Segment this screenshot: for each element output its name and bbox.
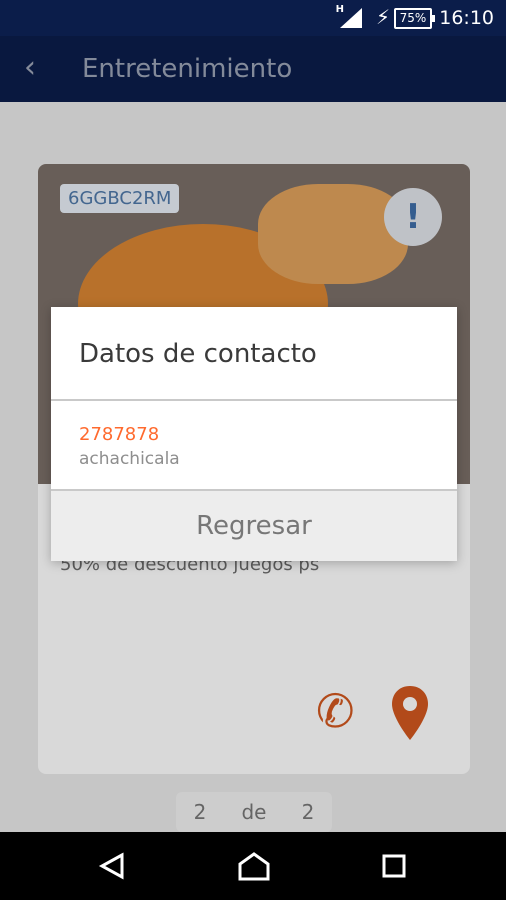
- battery-percent: 75%: [399, 11, 427, 25]
- contact-name: achachicala: [79, 449, 180, 469]
- status-time: 16:10: [439, 7, 494, 29]
- system-nav-bar: [0, 832, 506, 900]
- dialog-divider-top: [51, 399, 457, 401]
- recent-apps-icon[interactable]: [376, 848, 412, 884]
- contact-dialog: Datos de contacto 2787878 achachicala Re…: [51, 307, 457, 561]
- dialog-title: Datos de contacto: [79, 339, 317, 369]
- charging-bolt-icon: ⚡: [375, 5, 390, 29]
- signal-icon: [340, 8, 362, 28]
- contact-phone-link[interactable]: 2787878: [79, 424, 159, 445]
- battery-icon: 75%: [394, 8, 435, 29]
- status-bar: H ⚡ 75% 16:10: [0, 0, 506, 36]
- triangle-back-icon[interactable]: [94, 848, 130, 884]
- return-button[interactable]: Regresar: [51, 491, 457, 561]
- home-icon[interactable]: [236, 848, 272, 884]
